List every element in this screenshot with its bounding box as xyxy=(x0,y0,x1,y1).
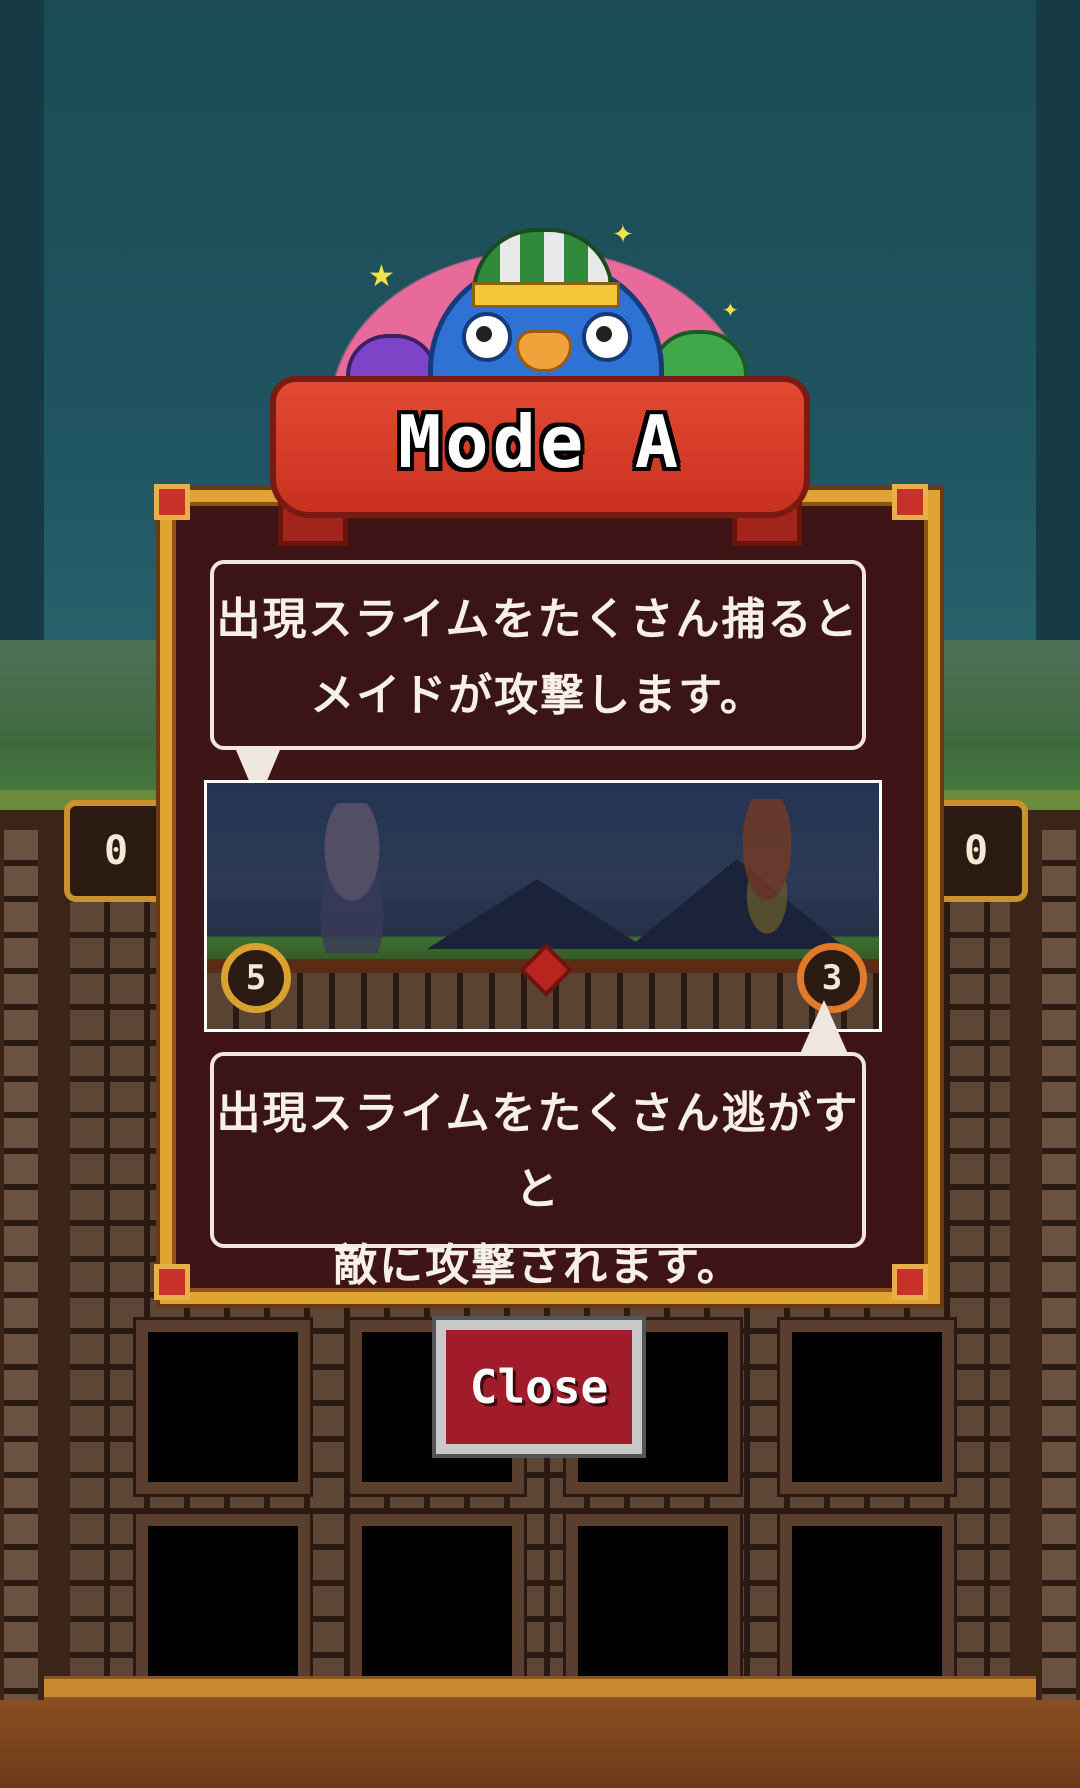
star-icon: ★ xyxy=(368,259,395,294)
slime-hole[interactable] xyxy=(350,1514,524,1688)
left-counter-badge: 0 xyxy=(64,800,168,902)
instruction-text: メイドが攻撃します。 xyxy=(310,670,766,721)
slime-hole[interactable] xyxy=(136,1320,310,1494)
instruction-bubble-top: 出現スライムをたくさん捕ると メイドが攻撃します。 xyxy=(210,560,866,750)
gameplay-preview-image: 5 3 xyxy=(204,780,882,1032)
slime-hole[interactable] xyxy=(780,1320,954,1494)
crown-band xyxy=(472,282,620,308)
corner-rivet xyxy=(154,1264,190,1300)
instruction-bubble-bottom: 出現スライムをたくさん逃がすと 敵に攻撃されます。 xyxy=(210,1052,866,1291)
sparkle-icon: ✦ xyxy=(612,220,634,250)
scarecrow-enemy xyxy=(717,799,817,959)
left-brick-column xyxy=(4,830,38,1730)
corner-rivet xyxy=(154,484,190,520)
instruction-text: 出現スライムをたくさん逃がすと xyxy=(216,1088,860,1215)
slime-hole[interactable] xyxy=(780,1514,954,1688)
sparkle-icon: ✦ xyxy=(722,298,739,322)
slime-hole[interactable] xyxy=(566,1514,740,1688)
right-brick-column xyxy=(1042,830,1076,1730)
instruction-text: 敵に攻撃されます。 xyxy=(333,1240,743,1291)
instruction-text: 出現スライムをたくさん捕ると xyxy=(216,594,860,645)
corner-rivet xyxy=(892,1264,928,1300)
bottom-rail xyxy=(44,1676,1036,1700)
slime-eye xyxy=(462,312,512,362)
maid-character xyxy=(297,803,407,953)
slime-eye xyxy=(582,312,632,362)
bubble-tail xyxy=(800,1000,848,1054)
slime-hole[interactable] xyxy=(136,1514,310,1688)
mode-title: Mode A xyxy=(397,400,683,484)
close-button[interactable]: Close xyxy=(432,1316,646,1458)
dirt-floor xyxy=(0,1700,1080,1788)
player-score-badge: 5 xyxy=(221,943,291,1013)
mountain xyxy=(427,879,647,949)
corner-rivet xyxy=(892,484,928,520)
